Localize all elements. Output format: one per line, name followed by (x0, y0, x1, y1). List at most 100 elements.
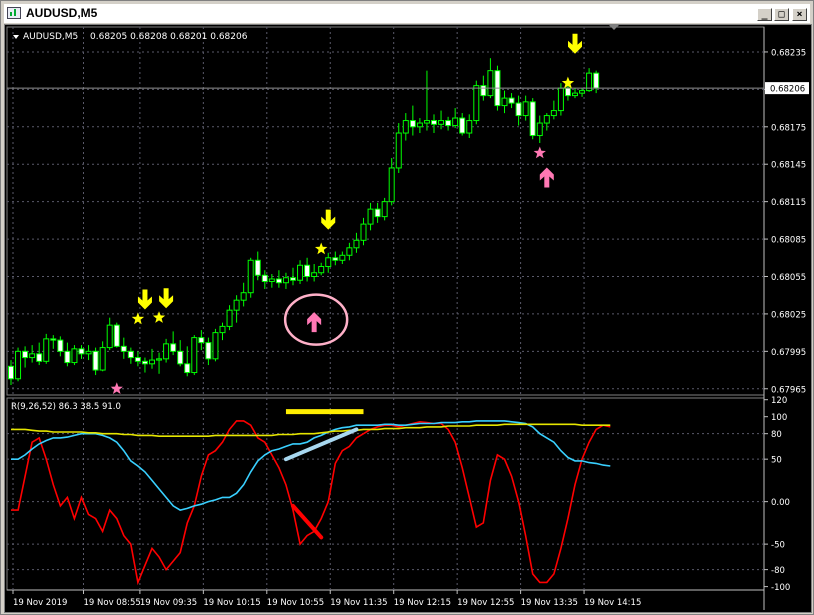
candle-up (423, 120, 430, 124)
candle-up (149, 359, 155, 365)
candle-up (543, 115, 550, 124)
price-tick-label: 0.68085 (771, 236, 806, 246)
indicator-title: R(9,26,52) 86.3 38.5 91.0 (11, 402, 121, 412)
candle-up (579, 90, 586, 94)
signal-star-icon (315, 242, 328, 255)
candle-down (22, 350, 29, 359)
chart-title: AUDUSD,M5 (23, 32, 78, 42)
time-tick-label: 19 Nov 2019 (13, 598, 67, 608)
candle-up (318, 266, 325, 274)
price-tick-label: 0.68025 (771, 310, 806, 320)
price-chart[interactable]: 0.682350.682050.681750.681450.681150.680… (5, 25, 811, 612)
candle-up (106, 324, 113, 349)
signal-star-icon (110, 382, 123, 394)
indicator-tick-label: -50 (771, 541, 785, 551)
candle-up (268, 278, 275, 282)
candle-up (360, 223, 367, 241)
candle-up (353, 239, 360, 249)
indicator-tick-label: 50 (771, 456, 782, 466)
candle-up (163, 343, 170, 360)
indicator-tick-label: 0.00 (771, 498, 790, 508)
sell-arrow-icon (568, 33, 582, 54)
candle-down (57, 339, 64, 352)
candle-down (8, 365, 14, 380)
candle-down (564, 87, 571, 97)
price-tick-label: 0.68235 (771, 48, 806, 58)
price-tick-label: 0.68175 (771, 123, 806, 133)
time-tick-label: 19 Nov 10:55 (267, 598, 324, 608)
signal-star-icon (533, 146, 546, 159)
window-title: AUDUSD,M5 (26, 6, 98, 20)
candle-up (156, 358, 163, 361)
candle-up (29, 353, 36, 359)
candle-down (459, 117, 466, 134)
candle-down (374, 208, 381, 218)
candle-down (508, 97, 515, 104)
candle-down (261, 274, 268, 282)
price-tick-label: 0.67965 (771, 385, 806, 395)
candle-up (71, 348, 78, 364)
indicator-tick-label: -100 (771, 583, 790, 593)
candle-down (36, 353, 43, 362)
indicator-tick-label: 100 (771, 413, 787, 423)
candle-up (43, 338, 50, 362)
candle-up (233, 299, 240, 311)
candle-up (402, 120, 409, 134)
indicator-tick-label: -80 (771, 566, 785, 576)
candle-down (480, 85, 487, 97)
candle-down (205, 342, 212, 360)
chart-frame[interactable]: 0.682350.682050.681750.681450.681150.680… (4, 24, 812, 613)
candle-up (297, 264, 304, 281)
chart-app-icon (7, 7, 21, 19)
candle-up (240, 292, 247, 301)
candle-down (113, 324, 120, 347)
time-tick-label: 19 Nov 12:55 (457, 598, 514, 608)
candle-down (290, 277, 296, 281)
candle-up (85, 350, 92, 355)
candle-down (50, 338, 57, 341)
time-tick-label: 19 Nov 08:55 (84, 598, 141, 608)
candle-up (550, 110, 557, 117)
time-tick-label: 19 Nov 12:15 (394, 598, 451, 608)
candle-up (395, 132, 402, 169)
candle-up (536, 122, 543, 137)
candle-up (15, 350, 22, 380)
candle-down (254, 259, 261, 276)
chart-ohlc-info: 0.68205 0.68208 0.68201 0.68206 (90, 32, 248, 42)
close-button[interactable]: × (792, 8, 807, 21)
price-tick-label: 0.68055 (771, 273, 806, 283)
candle-down (127, 350, 134, 359)
candle-down (529, 101, 536, 137)
candle-up (339, 254, 346, 261)
candle-down (184, 363, 191, 374)
restore-button[interactable]: □ (774, 8, 789, 21)
candle-up (501, 97, 508, 107)
candle-down (198, 337, 205, 344)
dropdown-icon (13, 35, 19, 39)
candle-up (572, 92, 578, 97)
price-tick-label: 0.68145 (771, 161, 806, 171)
candle-up (466, 120, 473, 134)
sell-arrow-icon (159, 288, 174, 309)
candle-down (177, 350, 184, 365)
candle-up (388, 167, 395, 203)
candle-up (346, 247, 353, 256)
candle-up (212, 332, 219, 360)
candle-down (431, 120, 437, 125)
minimize-button[interactable]: _ (757, 8, 772, 21)
candle-up (557, 87, 564, 112)
candle-up (325, 257, 332, 268)
candle-down (304, 264, 311, 277)
sell-arrow-icon (321, 209, 336, 230)
candle-down (409, 120, 416, 128)
candle-down (120, 345, 127, 352)
candle-up (99, 347, 106, 371)
candle-down (593, 72, 600, 89)
candle-up (226, 309, 233, 327)
chart-window: AUDUSD,M5 _ □ × 0.682350.682050.681750.6… (0, 0, 814, 615)
buy-arrow-icon (307, 312, 322, 333)
title-bar[interactable]: AUDUSD,M5 _ □ × (4, 4, 810, 23)
time-tick-label: 19 Nov 13:35 (521, 598, 578, 608)
candle-down (141, 360, 148, 365)
indicator-pane-border (6, 397, 765, 591)
